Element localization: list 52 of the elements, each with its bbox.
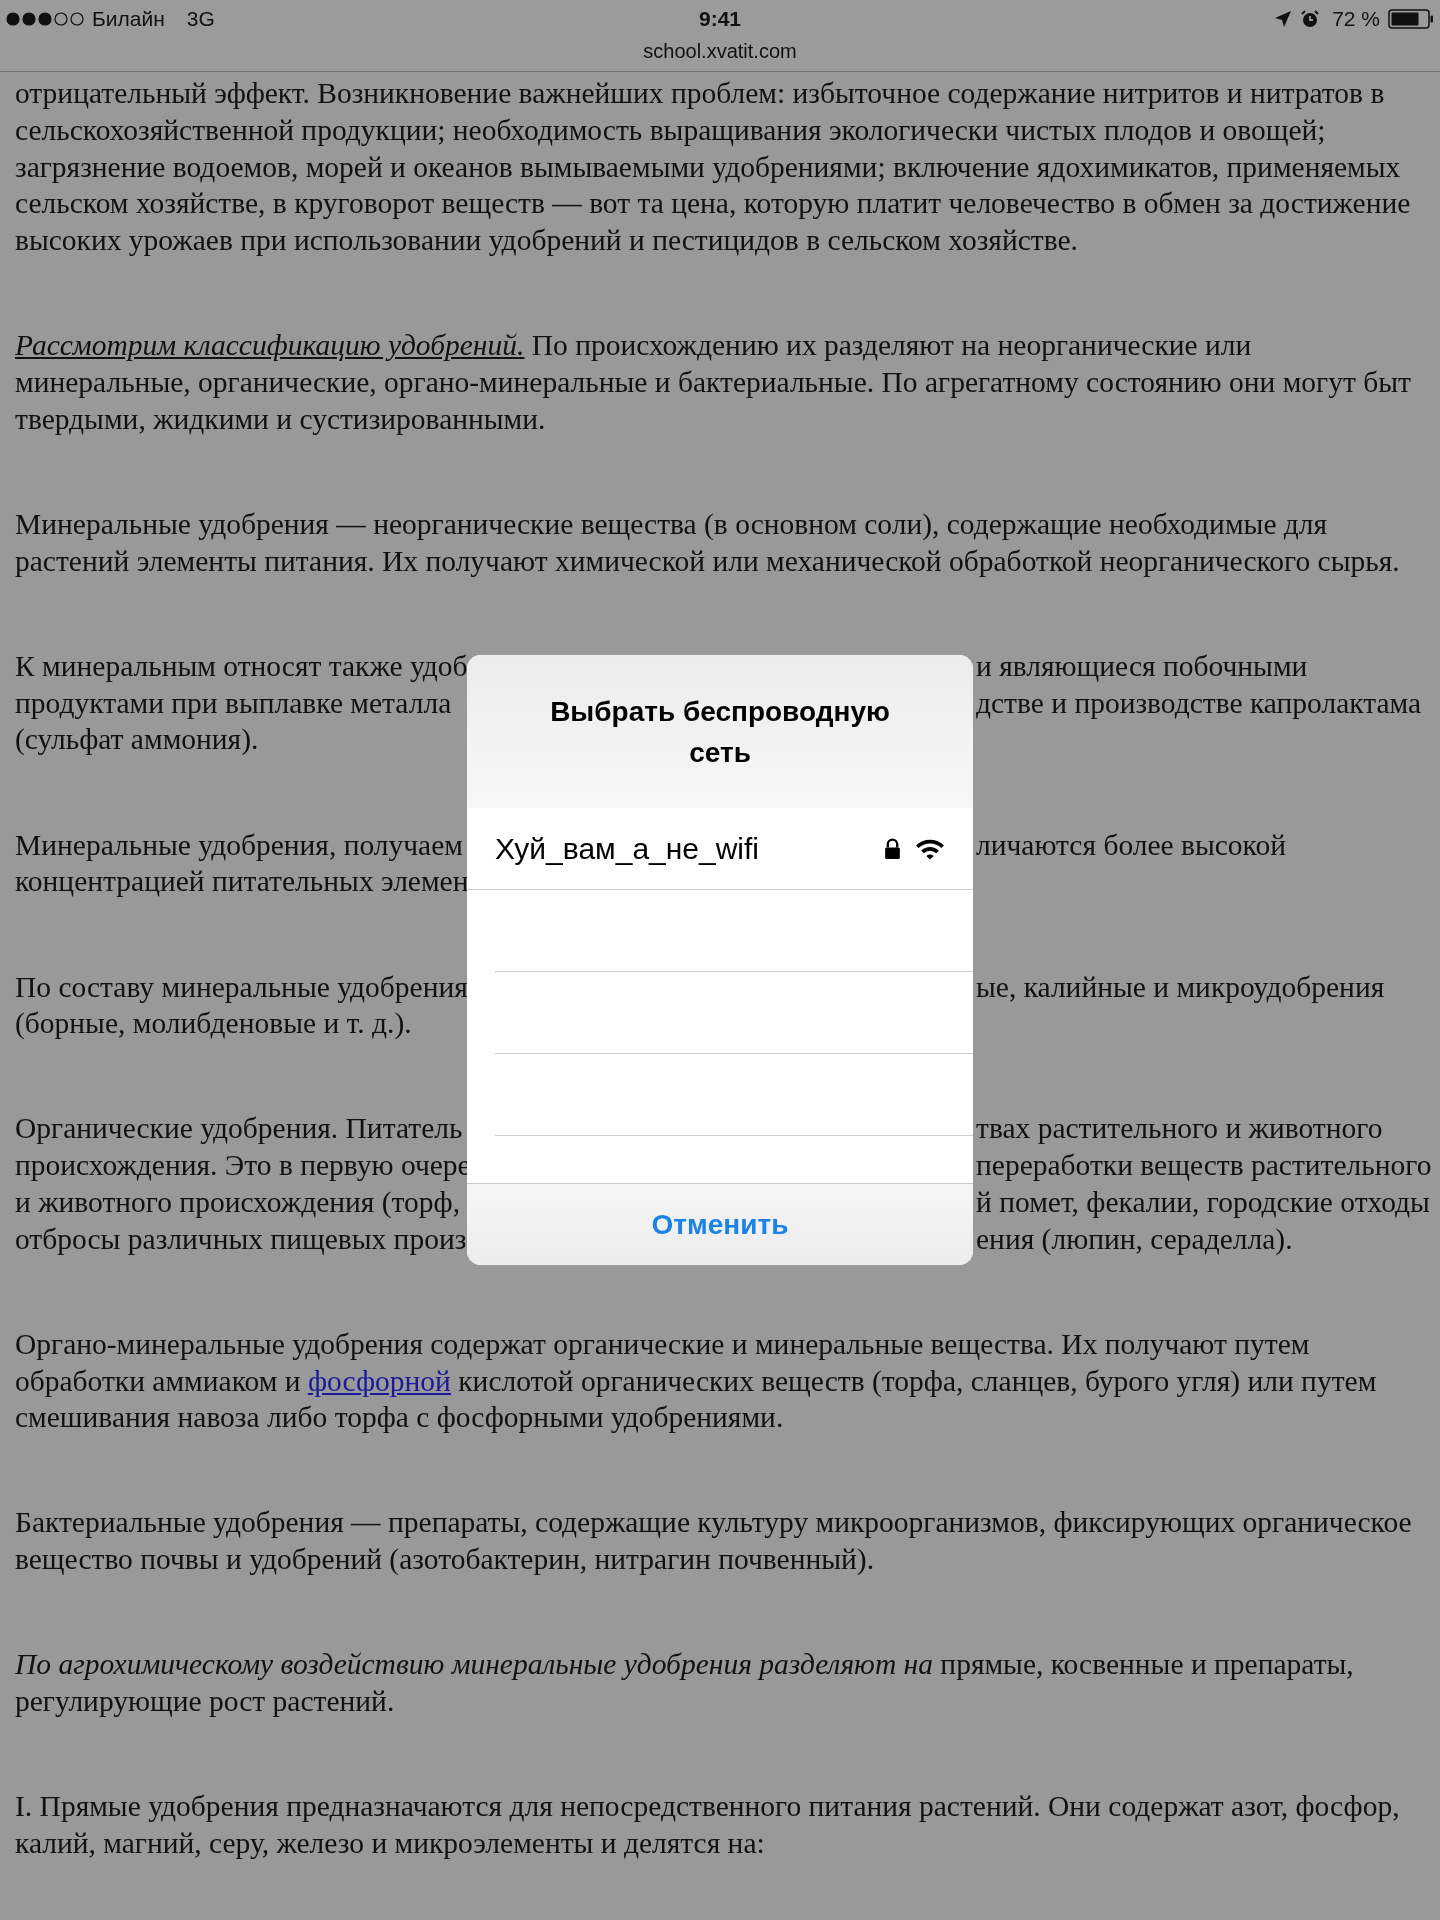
text-line: загрязнение водоемов, морей и океанов вымываемыми удобрениями; включение ядохимикатов, применяемых	[15, 149, 1401, 185]
cancel-button[interactable]: Отменить	[467, 1183, 973, 1265]
alarm-icon	[1300, 9, 1321, 29]
text-line: растений элементы питания. Их получают химической или механической обработкой неорганического сырья.	[15, 543, 1400, 579]
text-line: Минеральные удобрения, получаем	[15, 828, 463, 861]
text-line: отрицательный эффект. Возникновение важнейших проблем: избыточное содержание нитритов и нитратов в	[15, 76, 1385, 112]
text-line: сельском хозяйстве, в круговорот веществ — вот та цена, которую платит человечество в обмен за достижение	[15, 186, 1411, 222]
text-line: и животного происхождения (торф,	[15, 1185, 461, 1218]
url-text[interactable]: school.xvatit.com	[643, 38, 797, 64]
link[interactable]: фосфорной	[307, 1364, 451, 1397]
text-line: продуктами при выплавке металла	[15, 686, 452, 719]
text-line: концентрацией питательных элемен	[15, 864, 469, 900]
text-line: I. Прямые удобрения предназначаются для непосредственного питания растений. Они содержат азот, фосфор,	[15, 1789, 1400, 1825]
text-line: твах растительного и животного	[976, 1111, 1383, 1147]
text-line: ения (люпин, сераделла).	[976, 1221, 1293, 1257]
battery-icon	[1388, 9, 1434, 29]
carrier-name: Билайн	[92, 6, 165, 33]
text-line: калий, магний, серу, железо и микроэлементы и делятся на:	[15, 1826, 765, 1862]
text-line: Рассмотрим классификацию удобрений. По происхождению их разделяют на неорганические или	[15, 328, 1252, 364]
signal-icon	[6, 12, 84, 26]
text-line: По агрохимическому воздействию минеральные удобрения разделяют на прямые, косвенные и препараты,	[15, 1647, 1354, 1683]
text-line: минеральные, органические, органо-минеральные и бактериальные. По агрегатному состоянию они могут быт	[15, 364, 1411, 400]
text-line: обработки аммиаком и фосфорной кислотой органических веществ (торфа, сланцев, бурого угля) или путем	[15, 1363, 1377, 1399]
text-line: По составу минеральные удобрения	[15, 970, 468, 1003]
text-line: (борные, молибденовые и т. д.).	[15, 1006, 412, 1042]
text-line: твердыми, жидкими и сустизированными.	[15, 401, 546, 437]
battery-percent: 72 %	[1332, 6, 1380, 33]
text-line: К минеральным относят также удоб	[15, 649, 468, 682]
text-line: вещество почвы и удобрений (азотобактерин, нитрагин почвенный).	[15, 1542, 875, 1578]
text-line: и являющиеся побочными	[976, 648, 1308, 684]
text-line: происхождения. Это в первую очере	[15, 1149, 471, 1182]
text-line: отбросы различных пищевых произ	[15, 1222, 467, 1255]
text-line: Органо-минеральные удобрения содержат органические и минеральные вещества. Их получают путем	[15, 1326, 1310, 1362]
clock: 9:41	[699, 6, 741, 33]
text-line: дстве и производстве капролактама	[976, 685, 1422, 721]
text-line: переработки веществ растительного	[976, 1148, 1432, 1184]
wifi-icon	[915, 837, 945, 860]
network-row[interactable]: Хуй_вам_а_не_wifi	[467, 808, 973, 890]
text-line: Минеральные удобрения — неорганические вещества (в основном соли), содержащие необходимые для	[15, 506, 1328, 542]
location-icon	[1274, 10, 1293, 28]
network-type: 3G	[186, 6, 215, 33]
text-line: ые, калийные и микроудобрения	[976, 969, 1385, 1005]
text-line: личаются более высокой	[976, 827, 1286, 863]
text-line: высоких урожаев при использовании удобрений и пестицидов в сельском хозяйстве.	[15, 222, 1078, 258]
dialog-title: Выбрать беспроводную сеть	[549, 694, 891, 770]
text-line: смешивания навоза либо торфа с фосфорными удобрениями.	[15, 1400, 784, 1436]
text-line: (сульфат аммония).	[15, 722, 259, 758]
text-line: Бактериальные удобрения — препараты, содержащие культуру микроорганизмов, фиксирующих органическое	[15, 1505, 1412, 1541]
text-line: Органические удобрения. Питатель	[15, 1112, 463, 1145]
text-line: сельскохозяйственной продукции; необходимость выращивания экологически чистых плодов и овощей;	[15, 112, 1326, 148]
text-line: й помет, фекалии, городские отходы	[976, 1184, 1430, 1220]
text-line: регулирующие рост растений.	[15, 1684, 395, 1720]
